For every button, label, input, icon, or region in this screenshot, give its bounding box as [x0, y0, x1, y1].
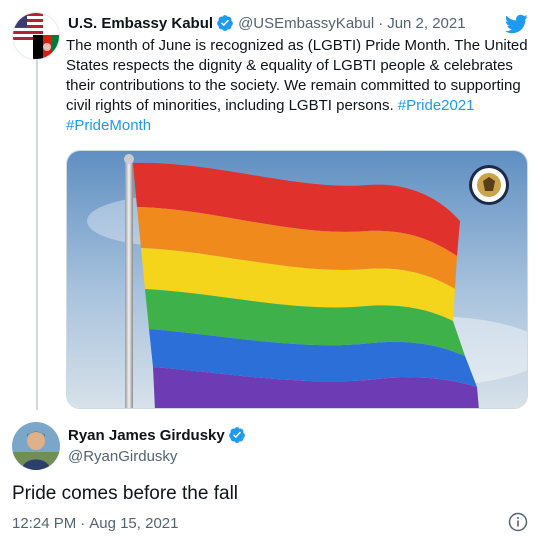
quoted-tweet-date[interactable]: Jun 2, 2021 — [387, 15, 465, 32]
quoted-tweet[interactable]: U.S. Embassy Kabul @USEmbassyKabul · Jun… — [0, 0, 542, 410]
hashtag-pride2021[interactable]: #Pride2021 — [398, 97, 475, 114]
verified-badge-icon — [228, 426, 246, 444]
meta-separator: · — [80, 515, 86, 532]
main-author-name[interactable]: Ryan James Girdusky — [68, 427, 225, 444]
tweet-time: 12:24 PM — [12, 515, 77, 532]
main-tweet-timestamp[interactable]: 12:24 PM · Aug 15, 2021 — [12, 515, 178, 532]
main-tweet-header: Ryan James Girdusky — [68, 426, 250, 444]
ryan-avatar[interactable] — [12, 422, 60, 470]
thread-connector-line — [36, 60, 38, 410]
verified-badge-icon — [216, 14, 234, 32]
hashtag-pridemonth[interactable]: #PrideMonth — [66, 117, 151, 134]
twitter-bird-icon[interactable] — [504, 12, 528, 36]
main-author-handle[interactable]: @RyanGirdusky — [68, 448, 177, 465]
header-separator: · — [378, 14, 384, 32]
quoted-author-name[interactable]: U.S. Embassy Kabul — [68, 15, 213, 32]
rainbow-flag-image — [67, 151, 527, 408]
quoted-tweet-text: The month of June is recognized as (LGBT… — [66, 36, 534, 136]
quoted-tweet-header: U.S. Embassy Kabul @USEmbassyKabul · Jun… — [68, 14, 466, 32]
tweet-date: Aug 15, 2021 — [89, 515, 179, 532]
info-icon[interactable] — [508, 512, 528, 532]
embassy-avatar[interactable] — [12, 12, 60, 60]
main-tweet-text: Pride comes before the fall — [12, 483, 239, 504]
quoted-tweet-media[interactable] — [66, 150, 528, 409]
quoted-author-handle[interactable]: @USEmbassyKabul — [238, 15, 374, 32]
